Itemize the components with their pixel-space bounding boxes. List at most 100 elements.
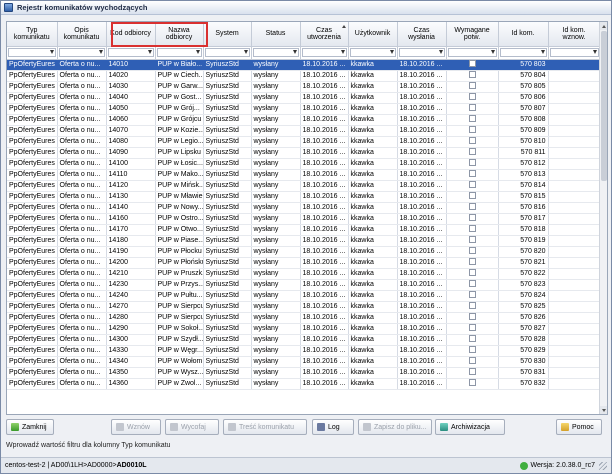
confirmation-checkbox[interactable]: [468, 137, 476, 145]
table-row[interactable]: PpOfertyEures Oferta o nu... 14330 PUP w Wę…: [7, 345, 601, 357]
confirmation-checkbox[interactable]: [468, 203, 476, 211]
confirmation-checkbox[interactable]: [468, 170, 476, 178]
column-header-nazwa[interactable]: Nazwa odbiorcy: [155, 22, 204, 47]
filter-input[interactable]: [252, 48, 299, 57]
filter-wymagane[interactable]: [446, 46, 499, 60]
confirmation-checkbox[interactable]: [468, 269, 476, 277]
table-row[interactable]: PpOfertyEures Oferta o nu... 14270 PUP w Si…: [7, 301, 601, 313]
filter-kod[interactable]: [106, 46, 156, 60]
table-row[interactable]: PpOfertyEures Oferta o nu... 14210 PUP w Pr…: [7, 268, 601, 280]
filter-input[interactable]: [447, 48, 497, 57]
log-button[interactable]: Log: [312, 419, 354, 435]
close-button[interactable]: Zamknij: [6, 419, 54, 435]
confirmation-checkbox[interactable]: [468, 192, 476, 200]
resume-button[interactable]: Wznów: [111, 419, 161, 435]
confirmation-checkbox[interactable]: [468, 368, 476, 376]
table-row[interactable]: PpOfertyEures Oferta o nu... 14160 PUP w Os…: [7, 213, 601, 225]
confirmation-checkbox[interactable]: [468, 258, 476, 266]
scroll-down-icon[interactable]: [600, 406, 607, 414]
table-row[interactable]: PpOfertyEures Oferta o nu... 14120 PUP w Mi…: [7, 180, 601, 192]
filter-czas_utw[interactable]: [300, 46, 349, 60]
column-header-czas_wys[interactable]: Czas wysłania: [397, 22, 447, 47]
confirmation-checkbox[interactable]: [468, 71, 476, 79]
filter-input[interactable]: [107, 48, 154, 57]
column-header-opis[interactable]: Opis komunikatu: [57, 22, 107, 47]
table-row[interactable]: PpOfertyEures Oferta o nu... 14230 PUP w Pr…: [7, 279, 601, 291]
message-content-button[interactable]: Treść komunikatu: [223, 419, 307, 435]
confirmation-checkbox[interactable]: [468, 93, 476, 101]
filter-dropdown-icon[interactable]: [490, 50, 495, 54]
column-header-status[interactable]: Status: [251, 22, 301, 47]
confirmation-checkbox[interactable]: [468, 379, 476, 387]
confirmation-checkbox[interactable]: [468, 291, 476, 299]
filter-dropdown-icon[interactable]: [195, 50, 200, 54]
confirmation-checkbox[interactable]: [468, 247, 476, 255]
table-row[interactable]: PpOfertyEures Oferta o nu... 14200 PUP w Pł…: [7, 257, 601, 269]
column-header-kod[interactable]: Kod odbiorcy: [106, 22, 156, 47]
table-row[interactable]: PpOfertyEures Oferta o nu... 14110 PUP w Ma…: [7, 169, 601, 181]
confirmation-checkbox[interactable]: [468, 225, 476, 233]
filter-input[interactable]: [549, 48, 599, 57]
column-header-uzytkownik[interactable]: Użytkownik: [348, 22, 398, 47]
filter-dropdown-icon[interactable]: [340, 50, 345, 54]
vertical-scrollbar[interactable]: [599, 22, 607, 414]
table-row[interactable]: PpOfertyEures Oferta o nu... 14170 PUP w Ot…: [7, 224, 601, 236]
resize-grip-icon[interactable]: [599, 461, 607, 470]
confirmation-checkbox[interactable]: [468, 104, 476, 112]
confirmation-checkbox[interactable]: [468, 335, 476, 343]
filter-id_wznow[interactable]: [548, 46, 601, 60]
table-row[interactable]: PpOfertyEures Oferta o nu... 14180 PUP w Pi…: [7, 235, 601, 247]
confirmation-checkbox[interactable]: [468, 148, 476, 156]
filter-input[interactable]: [156, 48, 202, 57]
table-row[interactable]: PpOfertyEures Oferta o nu... 14140 PUP w No…: [7, 202, 601, 214]
filter-dropdown-icon[interactable]: [292, 50, 297, 54]
archive-button[interactable]: Archiwizacja: [435, 419, 505, 435]
table-row[interactable]: PpOfertyEures Oferta o nu... 14060 PUP w Gr…: [7, 114, 601, 126]
table-row[interactable]: PpOfertyEures Oferta o nu... 14240 PUP w Pu…: [7, 290, 601, 302]
filter-dropdown-icon[interactable]: [147, 50, 152, 54]
withdraw-button[interactable]: Wycofaj: [165, 419, 219, 435]
scroll-thumb[interactable]: [601, 31, 607, 181]
table-row[interactable]: PpOfertyEures Oferta o nu... 14280 PUP w Si…: [7, 312, 601, 324]
filter-input[interactable]: [398, 48, 445, 57]
column-header-czas_utw[interactable]: Czas utworzenia: [300, 22, 349, 47]
confirmation-checkbox[interactable]: [468, 115, 476, 123]
confirmation-checkbox[interactable]: [468, 313, 476, 321]
filter-dropdown-icon[interactable]: [438, 50, 443, 54]
filter-opis[interactable]: [57, 46, 107, 60]
filter-typ[interactable]: [7, 46, 58, 60]
filter-dropdown-icon[interactable]: [243, 50, 248, 54]
filter-status[interactable]: [251, 46, 301, 60]
confirmation-checkbox[interactable]: [468, 280, 476, 288]
filter-dropdown-icon[interactable]: [389, 50, 394, 54]
table-row[interactable]: PpOfertyEures Oferta o nu... 14070 PUP w Ko…: [7, 125, 601, 137]
table-row[interactable]: PpOfertyEures Oferta o nu... 14360 PUP w Zw…: [7, 378, 601, 390]
confirmation-checkbox[interactable]: [468, 236, 476, 244]
filter-input[interactable]: [204, 48, 250, 57]
confirmation-checkbox[interactable]: [468, 126, 476, 134]
column-header-id_wznow[interactable]: Id kom. wznow.: [548, 22, 601, 47]
confirmation-checkbox[interactable]: [468, 82, 476, 90]
column-header-id_kom[interactable]: Id kom.: [498, 22, 549, 47]
filter-czas_wys[interactable]: [397, 46, 447, 60]
filter-input[interactable]: [8, 48, 56, 57]
table-row[interactable]: PpOfertyEures Oferta o nu... 14090 PUP w Li…: [7, 147, 601, 159]
scroll-up-icon[interactable]: [600, 22, 607, 30]
table-row[interactable]: PpOfertyEures Oferta o nu... 14020 PUP w Ci…: [7, 70, 601, 82]
filter-input[interactable]: [301, 48, 347, 57]
filter-dropdown-icon[interactable]: [592, 50, 597, 54]
confirmation-checkbox[interactable]: [468, 60, 476, 68]
filter-uzytkownik[interactable]: [348, 46, 398, 60]
confirmation-checkbox[interactable]: [468, 181, 476, 189]
filter-dropdown-icon[interactable]: [49, 50, 54, 54]
confirmation-checkbox[interactable]: [468, 214, 476, 222]
table-row[interactable]: PpOfertyEures Oferta o nu... 14080 PUP w Le…: [7, 136, 601, 148]
table-row[interactable]: PpOfertyEures Oferta o nu... 14100 PUP w Ło…: [7, 158, 601, 170]
table-row[interactable]: PpOfertyEures Oferta o nu... 14050 PUP w Gr…: [7, 103, 601, 115]
column-header-typ[interactable]: Typ komunikatu: [7, 22, 58, 47]
table-row[interactable]: PpOfertyEures Oferta o nu... 14190 PUP w Pł…: [7, 246, 601, 258]
column-header-system[interactable]: System: [203, 22, 252, 47]
table-row[interactable]: PpOfertyEures Oferta o nu... 14290 PUP w So…: [7, 323, 601, 335]
filter-input[interactable]: [58, 48, 105, 57]
filter-input[interactable]: [499, 48, 547, 57]
